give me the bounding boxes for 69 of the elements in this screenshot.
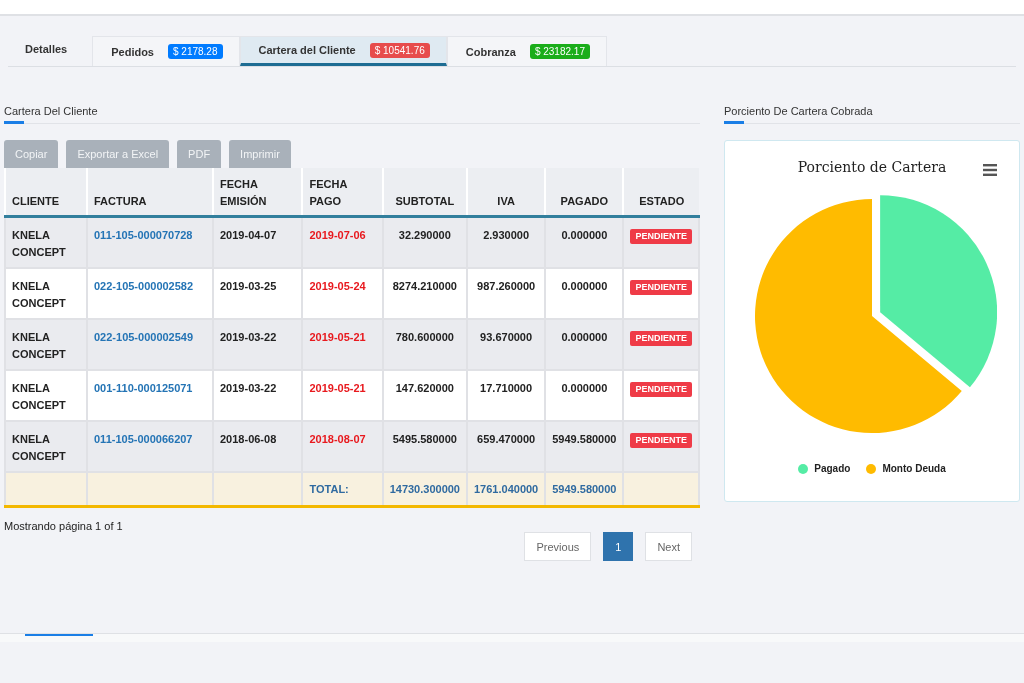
invoice-link[interactable]: 022-105-000002549	[94, 331, 194, 343]
total-value: 5949.580000	[552, 482, 617, 495]
invoice-link[interactable]: 022-105-000002582	[94, 280, 194, 292]
page-button[interactable]: Next	[645, 532, 692, 561]
status-badge: PENDIENTE	[630, 433, 692, 448]
table-cell: 2019-03-22	[220, 331, 277, 343]
invoice-link[interactable]: 001-110-000125071	[94, 382, 193, 394]
invoice-link[interactable]: 011-105-000070728	[94, 229, 193, 241]
table-cell: 2019-05-24	[309, 280, 366, 292]
page-button[interactable]: Previous	[524, 532, 592, 561]
status-badge: PENDIENTE	[630, 382, 692, 397]
status-badge: PENDIENTE	[630, 280, 692, 295]
table-cell: 8274.210000	[392, 280, 457, 292]
table-cell: 0.000000	[561, 382, 608, 394]
chart-title: Porciento de Cartera	[797, 159, 947, 175]
section-title: Cartera Del Cliente	[4, 105, 99, 119]
column-header: FACTURA	[87, 168, 213, 217]
table-cell: 0.000000	[561, 280, 608, 292]
legend-label[interactable]: Pagado	[814, 463, 851, 474]
page-button[interactable]: 1	[603, 532, 634, 561]
table-cell: 2019-05-21	[309, 382, 366, 394]
table-cell: KNELA CONCEPT	[12, 331, 66, 360]
table-cell: KNELA CONCEPT	[12, 382, 66, 411]
column-header: CLIENTE	[5, 168, 87, 217]
total-value: 1761.040000	[474, 482, 539, 495]
table-cell: 5495.580000	[392, 433, 457, 445]
column-header: SUBTOTAL	[382, 168, 467, 217]
table-cell: 2018-06-08	[220, 433, 277, 445]
amount-badge: $ 10541.76	[369, 42, 430, 58]
table-cell: 0.000000	[561, 229, 608, 241]
column-header: ESTADO	[623, 168, 699, 217]
table-cell: KNELA CONCEPT	[12, 433, 66, 462]
tab[interactable]: Cartera del Cliente $ 10541.76	[239, 36, 447, 66]
table-cell: 780.600000	[395, 331, 454, 343]
table-cell: 93.670000	[480, 331, 533, 343]
table-cell: 5949.580000	[552, 433, 617, 445]
status-badge: PENDIENTE	[630, 229, 692, 244]
column-header: PAGADO	[545, 168, 624, 217]
table-cell: 32.290000	[398, 229, 451, 241]
table-cell: 659.470000	[477, 433, 536, 445]
amount-badge: $ 23182.17	[529, 44, 590, 59]
table-cell: 0.000000	[561, 331, 608, 343]
page-info: Mostrando página 1 of 1	[4, 520, 124, 532]
column-header: FECHA EMISIÓN	[213, 168, 303, 217]
tab[interactable]: Pedidos $ 2178.28	[92, 36, 240, 66]
section-title: Porciento De Cartera Cobrada	[724, 105, 874, 119]
menu-icon[interactable]	[983, 164, 997, 176]
table-cell: 987.260000	[477, 280, 536, 292]
column-header: IVA	[467, 168, 546, 217]
table-cell: 2019-05-21	[309, 331, 366, 343]
table-cell: KNELA CONCEPT	[12, 229, 66, 258]
table-cell: 2019-03-25	[220, 280, 277, 292]
table-cell: 2019-07-06	[309, 229, 366, 241]
tab[interactable]: Detalles	[8, 36, 93, 66]
column-header: FECHA PAGO	[302, 168, 383, 217]
table-cell: KNELA CONCEPT	[12, 280, 66, 309]
table-cell: 2019-03-22	[220, 382, 277, 394]
legend-label[interactable]: Monto Deuda	[882, 463, 946, 474]
invoice-link[interactable]: 011-105-000066207	[94, 433, 193, 445]
status-badge: PENDIENTE	[630, 331, 692, 346]
amount-badge: $ 2178.28	[168, 44, 223, 59]
total-value: 14730.300000	[389, 482, 460, 495]
table-cell: 147.620000	[395, 382, 454, 394]
table-cell: 2018-08-07	[309, 433, 366, 445]
table-cell: 17.710000	[480, 382, 533, 394]
total-label: TOTAL:	[309, 482, 349, 495]
tab[interactable]: Cobranza $ 23182.17	[446, 36, 607, 66]
table-cell: 2.930000	[483, 229, 530, 241]
table-cell: 2019-04-07	[220, 229, 277, 241]
